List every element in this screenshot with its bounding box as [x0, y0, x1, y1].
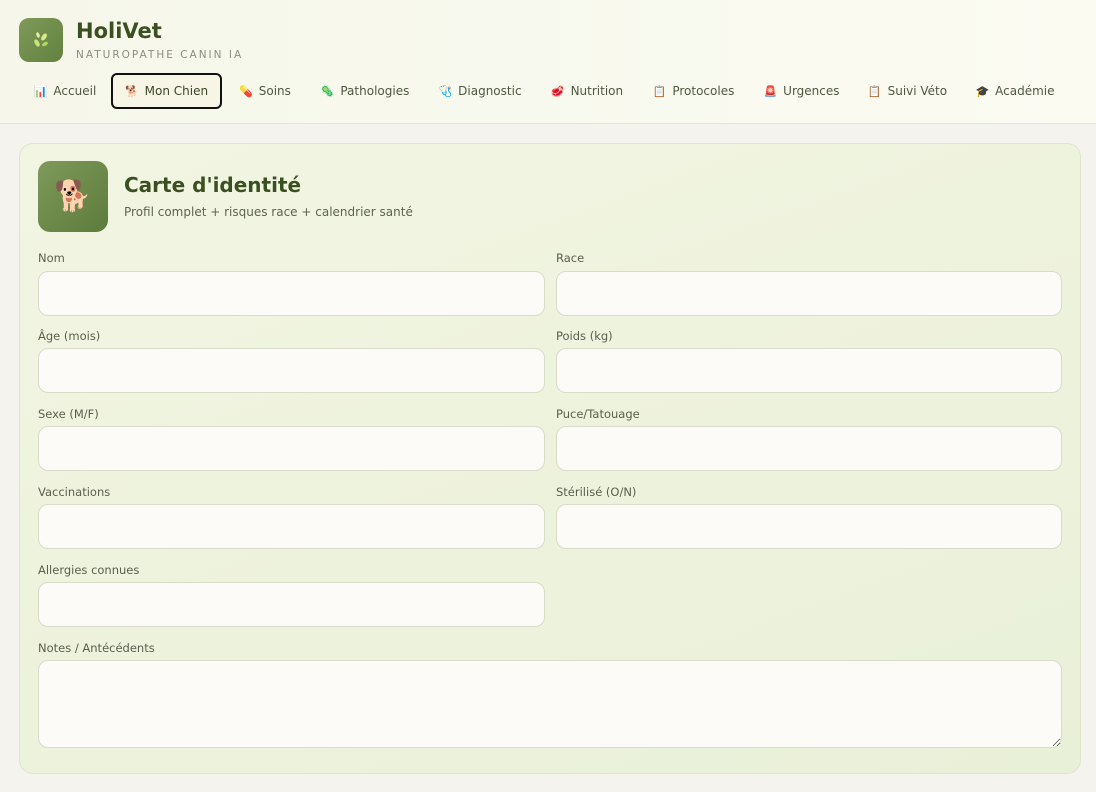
- microbe-icon: 🦠: [320, 84, 335, 98]
- sexe-label: Sexe (M/F): [38, 407, 99, 421]
- race-label: Race: [556, 251, 585, 265]
- tab-diagnostic[interactable]: 🩺 Diagnostic: [433, 73, 527, 109]
- app-tagline: NATUROPATHE CANIN IA: [76, 49, 244, 61]
- puce-label: Puce/Tatouage: [556, 407, 640, 421]
- vaccinations-field[interactable]: [38, 504, 545, 549]
- siren-icon: 🚨: [763, 84, 778, 98]
- chart-icon: 📊: [33, 84, 48, 98]
- graduation-cap-icon: 🎓: [975, 84, 990, 98]
- race-field[interactable]: [556, 271, 1062, 316]
- card-title: Carte d'identité: [124, 173, 302, 197]
- dog-icon: 🐕: [38, 161, 108, 232]
- meat-icon: 🥩: [550, 84, 565, 98]
- tab-label: Accueil: [53, 84, 97, 98]
- app-header: HoliVet NATUROPATHE CANIN IA 📊 Accueil 🐕…: [0, 0, 1096, 124]
- tab-urgences[interactable]: 🚨 Urgences: [759, 73, 844, 109]
- sexe-field[interactable]: [38, 426, 545, 471]
- notes-textarea[interactable]: [38, 660, 1062, 748]
- notes-label: Notes / Antécédents: [38, 641, 155, 655]
- main-nav: 📊 Accueil 🐕 Mon Chien 💊 Soins 🦠 Patholog…: [0, 73, 1096, 109]
- dog-icon: 🐕: [124, 84, 139, 98]
- poids-field[interactable]: [556, 348, 1062, 393]
- tab-label: Suivi Véto: [887, 84, 948, 98]
- leaves-icon: [34, 32, 48, 47]
- sterilise-field[interactable]: [556, 504, 1062, 549]
- nom-field[interactable]: [38, 271, 545, 316]
- vaccinations-label: Vaccinations: [38, 485, 111, 499]
- tab-mon-chien[interactable]: 🐕 Mon Chien: [111, 73, 222, 109]
- allergies-field[interactable]: [38, 582, 545, 627]
- tab-label: Protocoles: [672, 84, 735, 98]
- allergies-label: Allergies connues: [38, 563, 140, 577]
- stethoscope-icon: 🩺: [438, 84, 453, 98]
- tab-label: Diagnostic: [458, 84, 522, 98]
- card-subtitle: Profil complet + risques race + calendri…: [124, 205, 413, 219]
- tab-accueil[interactable]: 📊 Accueil: [28, 73, 102, 109]
- tab-academie[interactable]: 🎓 Académie: [971, 73, 1059, 109]
- tab-label: Pathologies: [340, 84, 410, 98]
- puce-field[interactable]: [556, 426, 1062, 471]
- tab-label: Urgences: [783, 84, 840, 98]
- clipboard-icon: 📋: [867, 84, 882, 98]
- tab-nutrition[interactable]: 🥩 Nutrition: [546, 73, 628, 109]
- clipboard-icon: 📋: [652, 84, 667, 98]
- age-field[interactable]: [38, 348, 545, 393]
- tab-protocoles[interactable]: 📋 Protocoles: [648, 73, 739, 109]
- tab-label: Soins: [258, 84, 291, 98]
- app-logo: [19, 18, 63, 62]
- nom-label: Nom: [38, 251, 65, 265]
- app-title: HoliVet: [76, 19, 162, 43]
- sterilise-label: Stérilisé (O/N): [556, 485, 637, 499]
- poids-label: Poids (kg): [556, 329, 613, 343]
- tab-label: Nutrition: [570, 84, 624, 98]
- tab-label: Mon Chien: [144, 84, 209, 98]
- pill-icon: 💊: [239, 84, 253, 98]
- tab-suivi-veto[interactable]: 📋 Suivi Véto: [863, 73, 952, 109]
- tab-pathologies[interactable]: 🦠 Pathologies: [316, 73, 414, 109]
- tab-label: Académie: [995, 84, 1055, 98]
- identity-card: 🐕 Carte d'identité Profil complet + risq…: [19, 143, 1081, 774]
- tab-soins[interactable]: 💊 Soins: [233, 73, 297, 109]
- age-label: Âge (mois): [38, 329, 101, 343]
